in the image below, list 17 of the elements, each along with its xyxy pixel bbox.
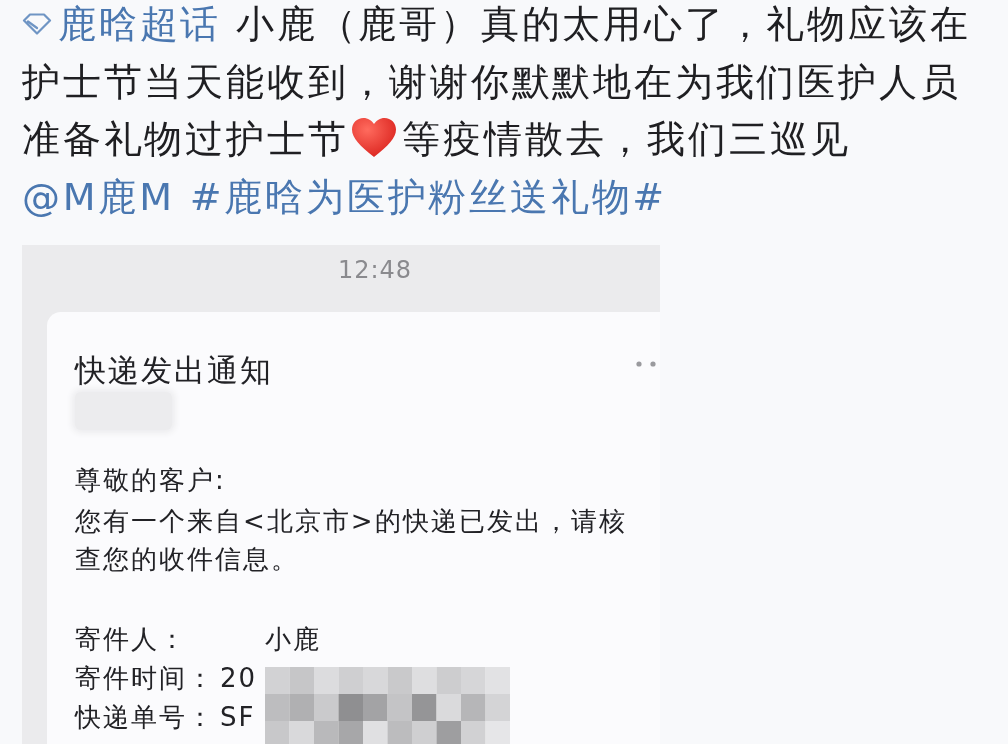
mention-link[interactable]: @M鹿M [22, 174, 175, 219]
diamond-icon [22, 13, 52, 35]
greeting-text: 尊敬的客户: [75, 464, 226, 497]
post-text: 鹿晗超话 小鹿（鹿哥）真的太用心了，礼物应该在护士节当天能收到，谢谢你默默地在为我们医护人员准备礼物过护士节 等疫情散去，我们三巡见 @M鹿M #鹿晗为医护粉丝送礼物# [22, 1, 972, 221]
field-label: 寄件人： [75, 623, 188, 656]
field-value: SF [220, 701, 256, 734]
heart-icon [352, 118, 397, 158]
status-time: 12:48 [337, 256, 413, 284]
more-icon [636, 361, 656, 367]
super-topic-link[interactable]: 鹿晗超话 [22, 2, 222, 46]
message-text: 您有一个来自<北京市>的快递已发出，请核查您的收件信息。 [75, 505, 628, 576]
field-value: 20 [220, 662, 258, 695]
hashtag-link[interactable]: #鹿晗为医护粉丝送礼物# [189, 174, 667, 219]
field-value: 小鹿 [264, 623, 321, 656]
field-label: 快递单号： [75, 701, 216, 734]
field-label: 寄件时间： [75, 662, 216, 695]
notification-title: 快递发出通知 [75, 351, 273, 390]
